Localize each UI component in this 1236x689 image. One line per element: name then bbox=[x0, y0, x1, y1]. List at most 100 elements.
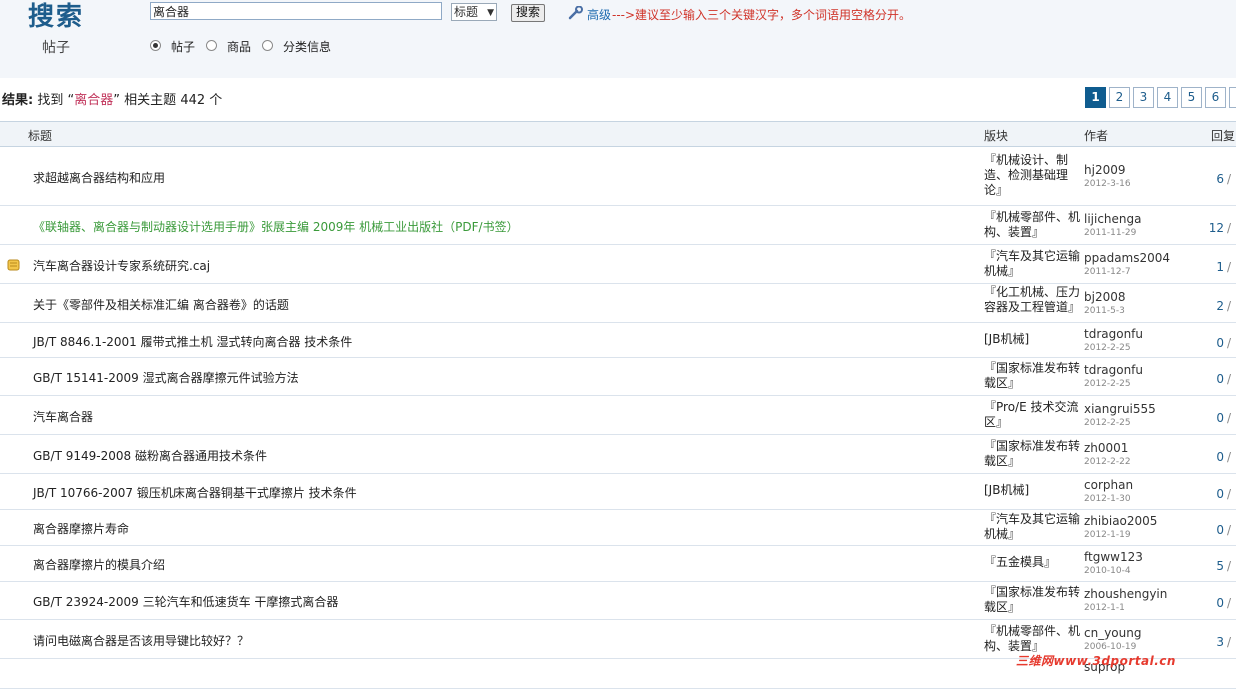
page-6[interactable]: 6 bbox=[1205, 87, 1226, 108]
reply-view-separator: / bbox=[1227, 635, 1232, 649]
watermark: 三维网www.3dportal.cn bbox=[1016, 654, 1176, 668]
post-date: 2012-2-25 bbox=[1084, 379, 1131, 389]
table-row: 求超越离合器结构和应用 『机械设计、制造、检测基础理论』 hj2009 2012-3-… bbox=[0, 148, 1236, 206]
search-field-select[interactable]: 标题 ▼ bbox=[451, 3, 497, 21]
post-date: 2010-10-4 bbox=[1084, 566, 1131, 576]
reply-count: 1 bbox=[1216, 260, 1224, 274]
reply-count: 5 bbox=[1216, 559, 1224, 573]
author-link[interactable]: bj2008 bbox=[1084, 290, 1126, 304]
page-5[interactable]: 5 bbox=[1181, 87, 1202, 108]
forum-link[interactable]: 『Pro/E 技术交流区』 bbox=[984, 400, 1082, 430]
reply-view-separator: / bbox=[1227, 596, 1232, 610]
post-date: 2012-2-22 bbox=[1084, 457, 1131, 467]
thread-title-link[interactable]: 关于《零部件及相关标准汇编 离合器卷》的话题 bbox=[33, 296, 289, 313]
thread-title-link[interactable]: 汽车离合器设计专家系统研究.caj bbox=[33, 257, 210, 274]
header-author: 作者 bbox=[1084, 129, 1109, 143]
thread-title-link[interactable]: 汽车离合器 bbox=[33, 408, 93, 425]
post-date: 2011-12-7 bbox=[1084, 267, 1131, 277]
forum-link[interactable]: [JB机械] bbox=[984, 483, 1082, 498]
advanced-search-link[interactable]: 高级 bbox=[587, 6, 611, 23]
result-summary: 结果: 找到 “离合器” 相关主题 442 个 bbox=[2, 89, 222, 108]
reply-view-separator: / bbox=[1227, 372, 1232, 386]
reply-count: 0 bbox=[1216, 523, 1224, 537]
forum-link[interactable]: 『国家标准发布转载区』 bbox=[984, 439, 1082, 469]
forum-link[interactable]: 『机械设计、制造、检测基础理论』 bbox=[984, 153, 1082, 198]
search-input[interactable] bbox=[150, 2, 442, 20]
thread-title-link[interactable]: JB/T 8846.1-2001 履带式推土机 湿式转向离合器 技术条件 bbox=[33, 333, 352, 350]
thread-title-link[interactable]: JB/T 10766-2007 锻压机床离合器铜基干式摩擦片 技术条件 bbox=[33, 484, 357, 501]
forum-link[interactable]: 『化工机械、压力容器及工程管道』 bbox=[984, 285, 1082, 315]
table-row: JB/T 10766-2007 锻压机床离合器铜基干式摩擦片 技术条件 [JB机械… bbox=[0, 474, 1236, 510]
forum-link[interactable]: 『国家标准发布转载区』 bbox=[984, 585, 1082, 615]
thread-title-link[interactable]: 《联轴器、离合器与制动器设计选用手册》张展主编 2009年 机械工业出版社（PD… bbox=[33, 218, 519, 235]
thread-title-link[interactable]: GB/T 9149-2008 磁粉离合器通用技术条件 bbox=[33, 447, 267, 464]
post-date: 2012-3-16 bbox=[1084, 179, 1131, 189]
post-date: 2012-1-1 bbox=[1084, 603, 1125, 613]
author-link[interactable]: ppadams2004 bbox=[1084, 251, 1170, 265]
author-link[interactable]: zhoushengyin bbox=[1084, 587, 1167, 601]
search-button[interactable]: 搜索 bbox=[511, 4, 545, 22]
table-row: 《联轴器、离合器与制动器设计选用手册》张展主编 2009年 机械工业出版社（PD… bbox=[0, 206, 1236, 245]
forum-link[interactable]: [JB机械] bbox=[984, 332, 1082, 347]
author-link[interactable]: xiangrui555 bbox=[1084, 402, 1156, 416]
reply-count: 0 bbox=[1216, 596, 1224, 610]
radio-goods[interactable] bbox=[206, 40, 217, 51]
thread-title-link[interactable]: 请问电磁离合器是否该用导键比较好？？ bbox=[33, 632, 249, 649]
forum-link[interactable]: 『汽车及其它运输机械』 bbox=[984, 249, 1082, 279]
result-count: 442 个 bbox=[180, 93, 223, 108]
table-row: GB/T 9149-2008 磁粉离合器通用技术条件 『国家标准发布转载区』 zh0… bbox=[0, 435, 1236, 474]
page-3[interactable]: 3 bbox=[1133, 87, 1154, 108]
author-link[interactable]: hj2009 bbox=[1084, 163, 1125, 177]
forum-link[interactable]: 『五金模具』 bbox=[984, 555, 1082, 570]
page-subtitle: 帖子 bbox=[42, 40, 70, 56]
page-2[interactable]: 2 bbox=[1109, 87, 1130, 108]
forum-link[interactable]: 『机械零部件、机构、装置』 bbox=[984, 624, 1082, 654]
reply-count: 12 bbox=[1208, 221, 1224, 235]
post-date: 2011-5-3 bbox=[1084, 306, 1125, 316]
reply-count: 0 bbox=[1216, 450, 1224, 464]
chevron-down-icon: ▼ bbox=[487, 8, 494, 18]
forum-link[interactable]: 『汽车及其它运输机械』 bbox=[984, 512, 1082, 542]
author-link[interactable]: lijichenga bbox=[1084, 212, 1142, 226]
thread-title-link[interactable]: GB/T 23924-2009 三轮汽车和低速货车 干摩擦式离合器 bbox=[33, 593, 338, 610]
header-forum: 版块 bbox=[984, 129, 1009, 143]
post-date: 2012-2-25 bbox=[1084, 343, 1131, 353]
search-header: 搜索 帖子 标题 ▼ 搜索 高级 --->建议至少输入三个关键汉字，多个词语用空… bbox=[0, 0, 1236, 78]
author-link[interactable]: zh0001 bbox=[1084, 441, 1128, 455]
post-date: 2012-1-30 bbox=[1084, 494, 1131, 504]
table-row: GB/T 15141-2009 湿式离合器摩擦元件试验方法 『国家标准发布转载区』… bbox=[0, 358, 1236, 396]
table-row: 离合器摩擦片的模具介绍 『五金模具』 ftgww123 2010-10-4 5/ bbox=[0, 546, 1236, 582]
thread-title-link[interactable]: GB/T 15141-2009 湿式离合器摩擦元件试验方法 bbox=[33, 369, 299, 386]
author-link[interactable]: tdragonfu bbox=[1084, 363, 1143, 377]
page-4[interactable]: 4 bbox=[1157, 87, 1178, 108]
thread-title-link[interactable]: 离合器摩擦片寿命 bbox=[33, 520, 129, 537]
radio-classifieds[interactable] bbox=[262, 40, 273, 51]
advanced-search-hint: --->建议至少输入三个关键汉字，多个词语用空格分开。 bbox=[612, 8, 912, 22]
radio-goods-label: 商品 bbox=[227, 40, 252, 54]
forum-link[interactable]: 『机械零部件、机构、装置』 bbox=[984, 210, 1082, 240]
table-row: JB/T 8846.1-2001 履带式推土机 湿式转向离合器 技术条件 [JB机… bbox=[0, 323, 1236, 358]
author-link[interactable]: ftgww123 bbox=[1084, 550, 1143, 564]
result-quote-close: ” bbox=[113, 93, 121, 108]
author-link[interactable]: tdragonfu bbox=[1084, 327, 1143, 341]
search-field-value: 标题 bbox=[454, 5, 479, 19]
author-link[interactable]: corphan bbox=[1084, 478, 1133, 492]
table-row: GB/T 23924-2009 三轮汽车和低速货车 干摩擦式离合器 『国家标准发布… bbox=[0, 582, 1236, 620]
forum-link[interactable]: 『国家标准发布转载区』 bbox=[984, 361, 1082, 391]
page-next-partial[interactable] bbox=[1229, 87, 1236, 108]
radio-posts[interactable] bbox=[150, 40, 161, 51]
table-row: 关于《零部件及相关标准汇编 离合器卷》的话题 『化工机械、压力容器及工程管道』 bj… bbox=[0, 284, 1236, 323]
reply-view-separator: / bbox=[1227, 523, 1232, 537]
thread-title-link[interactable]: 离合器摩擦片的模具介绍 bbox=[33, 556, 165, 573]
reply-view-separator: / bbox=[1227, 450, 1232, 464]
header-title: 标题 bbox=[28, 129, 53, 143]
thread-title-link[interactable]: 求超越离合器结构和应用 bbox=[33, 169, 165, 186]
page-1[interactable]: 1 bbox=[1085, 87, 1106, 108]
reply-count: 6 bbox=[1216, 172, 1224, 186]
radio-classifieds-label: 分类信息 bbox=[283, 40, 332, 54]
reply-view-separator: / bbox=[1227, 221, 1232, 235]
table-row: 离合器摩擦片寿命 『汽车及其它运输机械』 zhibiao2005 2012-1-19 0… bbox=[0, 510, 1236, 546]
reply-count: 0 bbox=[1216, 487, 1224, 501]
author-link[interactable]: zhibiao2005 bbox=[1084, 514, 1157, 528]
author-link[interactable]: cn_young bbox=[1084, 626, 1141, 640]
